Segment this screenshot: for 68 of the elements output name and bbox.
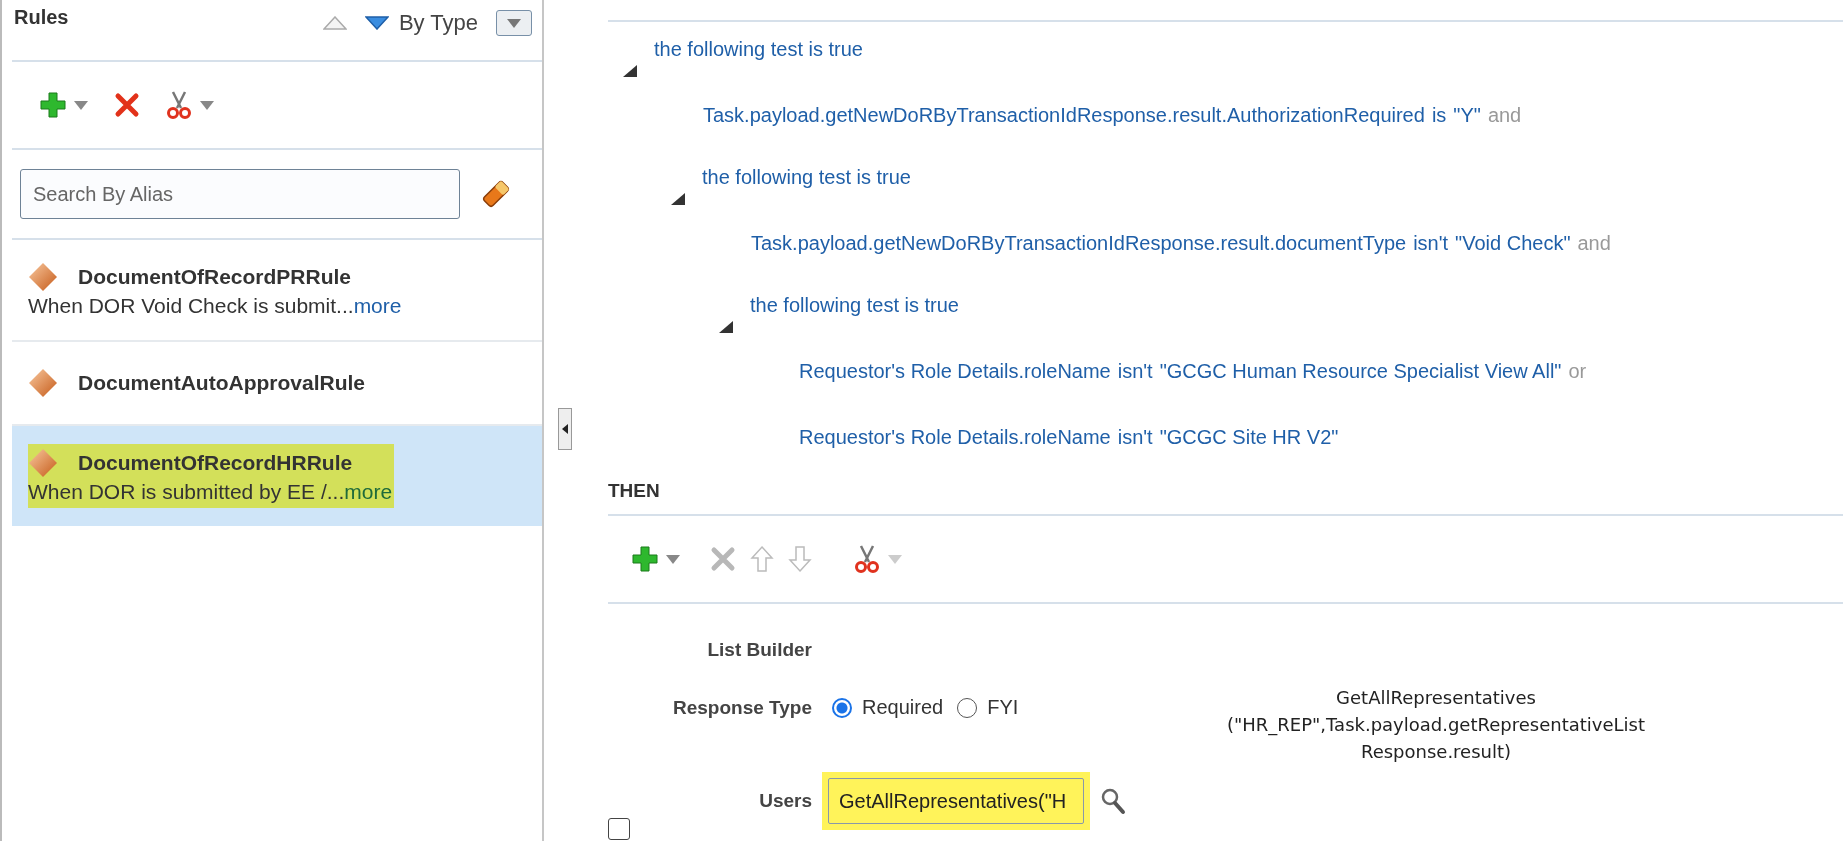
cut-rule-button[interactable]	[166, 90, 214, 120]
action-title: List Builder	[707, 638, 812, 662]
condition-operator[interactable]: is	[1431, 104, 1447, 127]
delete-icon	[710, 546, 736, 572]
expanded-triangle-icon[interactable]	[718, 320, 734, 334]
search-field[interactable]: Search By Alias	[20, 169, 460, 219]
condition-subject[interactable]: Requestor's Role Details.roleName	[799, 426, 1111, 449]
rule-list-item[interactable]: DocumentOfRecordPRRule When DOR Void Check is submit...more	[12, 240, 542, 342]
diamond-icon	[28, 448, 58, 478]
sort-ascending-icon[interactable]	[322, 16, 347, 30]
group-by-label: By Type	[398, 10, 478, 36]
expanded-triangle-icon[interactable]	[622, 64, 638, 78]
sort-descending-icon[interactable]	[364, 16, 389, 30]
condition-operator[interactable]: isn't	[1117, 360, 1153, 383]
caret-icon	[74, 100, 88, 110]
more-link[interactable]: more	[344, 480, 393, 503]
scissors-icon	[854, 544, 880, 574]
scissors-icon	[166, 90, 192, 120]
radio-button[interactable]	[957, 697, 978, 718]
condition-value[interactable]: "GCGC Site HR V2"	[1159, 426, 1339, 449]
rule-name: DocumentOfRecordHRRule	[78, 451, 353, 475]
add-icon	[632, 546, 658, 572]
condition-group-label[interactable]: the following test is true	[654, 38, 863, 61]
condition-subject[interactable]: Requestor's Role Details.roleName	[799, 360, 1111, 383]
condition-value[interactable]: "GCGC Human Resource Specialist View All"	[1159, 360, 1562, 383]
diamond-icon	[28, 262, 58, 292]
rule-name: DocumentOfRecordPRRule	[78, 265, 352, 289]
rule-description: When DOR is submitted by EE /...	[28, 480, 345, 503]
more-link[interactable]: more	[353, 294, 402, 317]
collapse-panel-handle[interactable]	[558, 408, 572, 450]
panel-title: Rules	[14, 6, 69, 29]
up-arrow-icon	[750, 545, 774, 573]
condition-group-label[interactable]: the following test is true	[702, 166, 911, 189]
search-icon[interactable]	[1100, 787, 1126, 815]
rule-list-item[interactable]: DocumentOfRecordHRRule When DOR is submitted by EE /...more	[12, 426, 542, 526]
condition-subject[interactable]: Task.payload.getNewDoRByTransactionIdResponse.result.AuthorizationRequired	[703, 104, 1425, 127]
condition-value[interactable]: "Y"	[1453, 104, 1481, 127]
condition-operator[interactable]: isn't	[1413, 232, 1449, 255]
field-label: Users	[759, 789, 812, 813]
rule-description: When DOR Void Check is submit...	[28, 294, 354, 317]
checkbox[interactable]	[608, 818, 630, 840]
field-label: Response Type	[672, 696, 812, 720]
section-title: THEN	[608, 480, 1843, 516]
highlighted-field[interactable]: GetAllRepresentatives("H	[822, 772, 1090, 830]
left-arrow-icon	[562, 424, 568, 434]
caret-icon	[507, 18, 521, 28]
condition-subject[interactable]: Task.payload.getNewDoRByTransactionIdResponse.result.documentType	[751, 232, 1407, 255]
cut-button[interactable]	[854, 544, 902, 574]
caret-icon	[888, 554, 902, 564]
radio-option[interactable]: FYI	[957, 696, 1019, 719]
delete-icon	[114, 92, 140, 118]
caret-icon	[666, 554, 680, 564]
rule-name: DocumentAutoApprovalRule	[78, 371, 365, 395]
down-arrow-icon	[788, 545, 812, 573]
diamond-icon	[28, 368, 58, 398]
expression-text: GetAllRepresentatives ("HR_REP",Task.payload.getRepresentativeListResponse.result)	[1226, 686, 1646, 764]
add-rule-button[interactable]	[40, 92, 88, 118]
add-icon	[40, 92, 66, 118]
condition-group-label[interactable]: the following test is true	[750, 294, 959, 317]
caret-icon	[200, 100, 214, 110]
condition-operator[interactable]: isn't	[1117, 426, 1153, 449]
condition-value[interactable]: "Void Check"	[1455, 232, 1571, 255]
add-button[interactable]	[632, 546, 680, 572]
radio-option[interactable]: Required	[832, 696, 944, 719]
group-by-dropdown[interactable]	[496, 10, 532, 36]
delete-rule-button[interactable]	[114, 92, 140, 118]
radio-button[interactable]	[832, 697, 852, 718]
expanded-triangle-icon[interactable]	[670, 192, 686, 206]
